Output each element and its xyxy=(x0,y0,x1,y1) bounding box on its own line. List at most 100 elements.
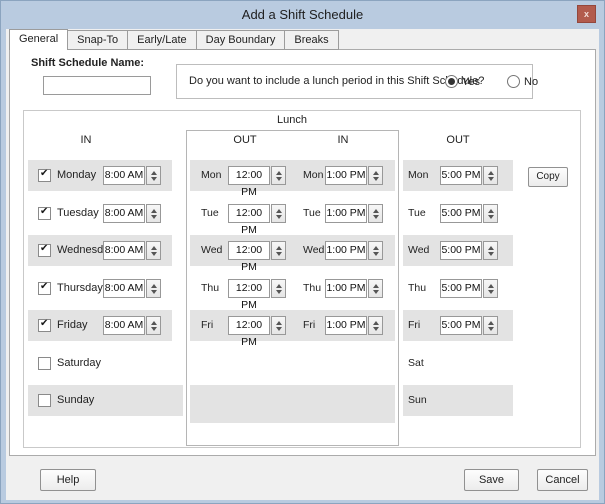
tuesday-out-spinner[interactable]: 5:00 PM xyxy=(440,204,498,223)
spinner-arrows-icon[interactable] xyxy=(368,279,383,298)
wednesday-lunch-in-spinner[interactable]: 1:00 PM xyxy=(325,241,383,260)
spinner-arrows-icon[interactable] xyxy=(483,166,498,185)
tuesday-lunch-in-spinner[interactable]: 1:00 PM xyxy=(325,204,383,223)
yes-radio[interactable] xyxy=(445,75,458,88)
spinner-arrows-icon[interactable] xyxy=(271,166,286,185)
tab-snap-to[interactable]: Snap-To xyxy=(67,30,129,50)
help-button[interactable]: Help xyxy=(40,469,96,491)
spinner-down-icon[interactable] xyxy=(372,289,379,294)
spinner-up-icon[interactable] xyxy=(487,208,494,213)
spinner-arrows-icon[interactable] xyxy=(271,279,286,298)
spinner-down-icon[interactable] xyxy=(487,214,494,219)
spinner-arrows-icon[interactable] xyxy=(271,316,286,335)
spinner-arrows-icon[interactable] xyxy=(146,166,161,185)
thursday-lunch-out-spinner[interactable]: 12:00 PM xyxy=(228,279,286,311)
spinner-up-icon[interactable] xyxy=(150,245,157,250)
spinner-arrows-icon[interactable] xyxy=(368,241,383,260)
spinner-down-icon[interactable] xyxy=(487,176,494,181)
sunday-checkbox[interactable] xyxy=(38,394,51,407)
copy-button[interactable]: Copy xyxy=(528,167,568,187)
spinner-up-icon[interactable] xyxy=(150,320,157,325)
spinner-down-icon[interactable] xyxy=(150,214,157,219)
spinner-up-icon[interactable] xyxy=(275,283,282,288)
tuesday-in-spinner[interactable]: 8:00 AM xyxy=(103,204,161,223)
spinner-arrows-icon[interactable] xyxy=(483,316,498,335)
no-radio[interactable] xyxy=(507,75,520,88)
friday-out-spinner[interactable]: 5:00 PM xyxy=(440,316,498,335)
spinner-down-icon[interactable] xyxy=(275,214,282,219)
saturday-checkbox[interactable] xyxy=(38,357,51,370)
spinner-up-icon[interactable] xyxy=(150,170,157,175)
thursday-lunch-in-spinner[interactable]: 1:00 PM xyxy=(325,279,383,298)
spinner-down-icon[interactable] xyxy=(150,326,157,331)
tab-day-boundary[interactable]: Day Boundary xyxy=(195,30,286,50)
spinner-up-icon[interactable] xyxy=(372,320,379,325)
spinner-down-icon[interactable] xyxy=(372,326,379,331)
spinner-up-icon[interactable] xyxy=(487,320,494,325)
cancel-button[interactable]: Cancel xyxy=(537,469,588,491)
spinner-down-icon[interactable] xyxy=(487,326,494,331)
spinner-arrows-icon[interactable] xyxy=(146,204,161,223)
tab-early-late[interactable]: Early/Late xyxy=(127,30,197,50)
thursday-in-spinner[interactable]: 8:00 AM xyxy=(103,279,161,298)
spinner-arrows-icon[interactable] xyxy=(146,316,161,335)
tuesday-lunch-out-spinner[interactable]: 12:00 PM xyxy=(228,204,286,236)
lunch-no-option[interactable]: No xyxy=(507,75,538,88)
close-icon[interactable]: x xyxy=(577,5,596,23)
spinner-up-icon[interactable] xyxy=(487,283,494,288)
lunch-yes-option[interactable]: Yes xyxy=(445,75,480,88)
friday-lunch-in-spinner[interactable]: 1:00 PM xyxy=(325,316,383,335)
spinner-arrows-icon[interactable] xyxy=(483,241,498,260)
wednesday-lunch-out-spinner[interactable]: 12:00 PM xyxy=(228,241,286,273)
spinner-down-icon[interactable] xyxy=(487,289,494,294)
spinner-arrows-icon[interactable] xyxy=(483,204,498,223)
spinner-down-icon[interactable] xyxy=(275,289,282,294)
friday-in-spinner[interactable]: 8:00 AM xyxy=(103,316,161,335)
spinner-down-icon[interactable] xyxy=(150,251,157,256)
spinner-down-icon[interactable] xyxy=(275,176,282,181)
tuesday-checkbox[interactable] xyxy=(38,206,51,220)
spinner-up-icon[interactable] xyxy=(150,283,157,288)
spinner-up-icon[interactable] xyxy=(275,208,282,213)
spinner-down-icon[interactable] xyxy=(372,176,379,181)
spinner-up-icon[interactable] xyxy=(372,170,379,175)
spinner-up-icon[interactable] xyxy=(372,245,379,250)
spinner-down-icon[interactable] xyxy=(372,214,379,219)
tab-breaks[interactable]: Breaks xyxy=(284,30,339,50)
wednesday-in-spinner[interactable]: 8:00 AM xyxy=(103,241,161,260)
wednesday-checkbox[interactable] xyxy=(38,243,51,257)
spinner-down-icon[interactable] xyxy=(275,326,282,331)
spinner-arrows-icon[interactable] xyxy=(146,279,161,298)
wednesday-out-spinner[interactable]: 5:00 PM xyxy=(440,241,498,260)
spinner-arrows-icon[interactable] xyxy=(483,279,498,298)
spinner-down-icon[interactable] xyxy=(275,251,282,256)
spinner-up-icon[interactable] xyxy=(372,208,379,213)
spinner-arrows-icon[interactable] xyxy=(146,241,161,260)
spinner-up-icon[interactable] xyxy=(150,208,157,213)
spinner-arrows-icon[interactable] xyxy=(368,204,383,223)
spinner-up-icon[interactable] xyxy=(275,320,282,325)
spinner-up-icon[interactable] xyxy=(487,170,494,175)
spinner-arrows-icon[interactable] xyxy=(368,166,383,185)
monday-lunch-in-spinner[interactable]: 1:00 PM xyxy=(325,166,383,185)
spinner-arrows-icon[interactable] xyxy=(368,316,383,335)
spinner-arrows-icon[interactable] xyxy=(271,204,286,223)
spinner-down-icon[interactable] xyxy=(150,289,157,294)
monday-checkbox[interactable] xyxy=(38,168,51,182)
spinner-arrows-icon[interactable] xyxy=(271,241,286,260)
shift-schedule-name-input[interactable] xyxy=(43,76,151,95)
monday-lunch-out-spinner[interactable]: 12:00 PM xyxy=(228,166,286,198)
friday-checkbox[interactable] xyxy=(38,318,51,332)
monday-out-spinner[interactable]: 5:00 PM xyxy=(440,166,498,185)
friday-lunch-out-spinner[interactable]: 12:00 PM xyxy=(228,316,286,348)
thursday-out-spinner[interactable]: 5:00 PM xyxy=(440,279,498,298)
spinner-up-icon[interactable] xyxy=(275,170,282,175)
spinner-up-icon[interactable] xyxy=(372,283,379,288)
spinner-down-icon[interactable] xyxy=(487,251,494,256)
spinner-up-icon[interactable] xyxy=(487,245,494,250)
spinner-up-icon[interactable] xyxy=(275,245,282,250)
tab-general[interactable]: General xyxy=(9,29,69,50)
spinner-down-icon[interactable] xyxy=(372,251,379,256)
thursday-checkbox[interactable] xyxy=(38,281,51,295)
monday-in-spinner[interactable]: 8:00 AM xyxy=(103,166,161,185)
